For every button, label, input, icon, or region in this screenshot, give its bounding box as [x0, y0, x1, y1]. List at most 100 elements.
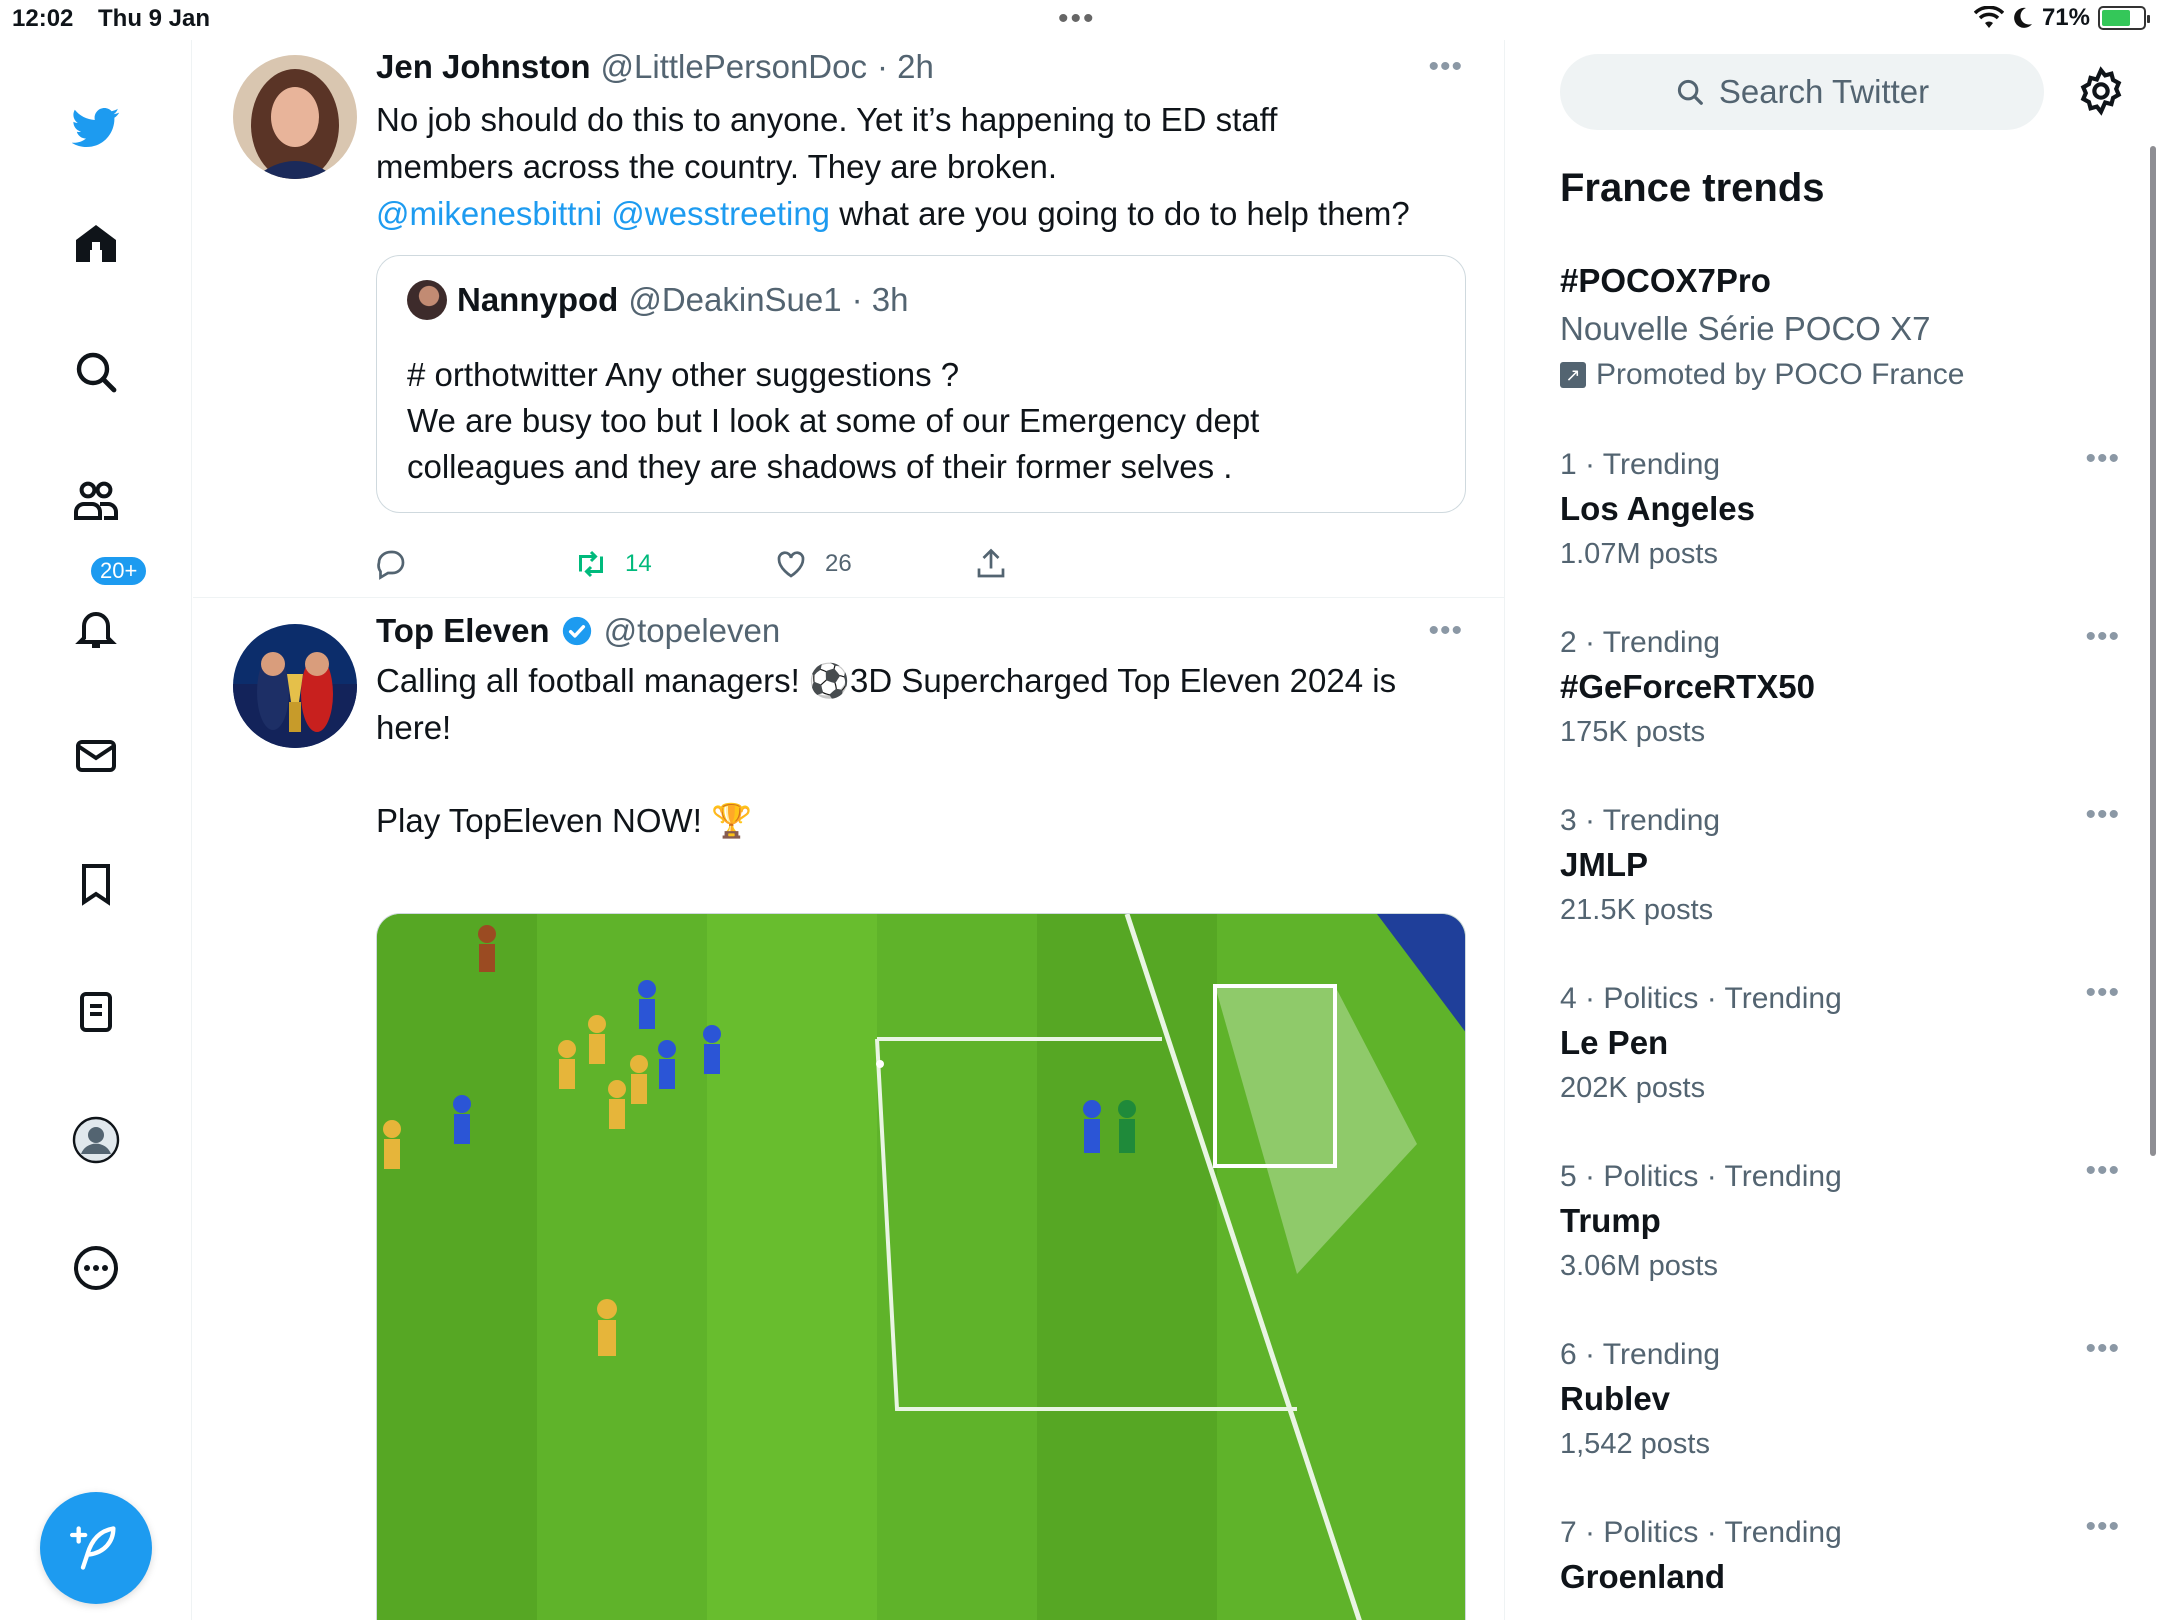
notifications-bell-icon[interactable]: [60, 592, 132, 664]
more-circle-icon[interactable]: [60, 1232, 132, 1304]
trend-count: 1.07M posts: [1560, 538, 1718, 570]
left-navigation: 20+: [0, 40, 192, 1620]
trend-item[interactable]: 4 · Politics · Trending Le Pen 202K post…: [1560, 976, 2120, 1105]
trend-topic: Groenland: [1560, 1558, 1726, 1595]
trend-meta: 5 · Politics · Trending: [1560, 1160, 1842, 1193]
right-sidebar: Search Twitter France trends #POCOX7Pro …: [1506, 40, 2160, 1620]
trend-meta: 3 · Trending: [1560, 804, 1721, 837]
trend-more-icon[interactable]: •••: [2085, 1154, 2120, 1188]
retweet-icon: [579, 550, 603, 578]
reply-button[interactable]: [373, 546, 573, 582]
tweet-author-handle[interactable]: @LittlePersonDoc: [601, 48, 867, 86]
trend-count: 3.06M posts: [1560, 1250, 1718, 1282]
compose-tweet-button[interactable]: [40, 1492, 152, 1604]
multitasking-dots-icon[interactable]: •••: [1058, 2, 1096, 36]
status-right: 71%: [1973, 4, 2150, 32]
bookmark-icon[interactable]: [60, 848, 132, 920]
trend-item[interactable]: 1 · Trending Los Angeles 1.07M posts •••: [1560, 442, 2120, 571]
tweet-author-handle[interactable]: @topeleven: [604, 612, 781, 650]
trend-topic: #GeForceRTX50: [1560, 668, 1815, 705]
profile-avatar-icon[interactable]: [60, 1104, 132, 1176]
tweet-header: Jen Johnston @LittlePersonDoc · 2h: [376, 48, 934, 86]
sidebar-scrollbar[interactable]: [2150, 146, 2156, 1156]
battery-percent: 71%: [2041, 4, 2090, 31]
messages-envelope-icon[interactable]: [60, 720, 132, 792]
trend-item[interactable]: 7 · Politics · Trending Groenland •••: [1560, 1510, 2120, 1596]
quoted-time: · 3h: [851, 281, 909, 318]
trend-more-icon[interactable]: •••: [2085, 1510, 2120, 1544]
avatar[interactable]: [233, 624, 357, 748]
notifications-badge: 20+: [88, 554, 150, 588]
trend-more-icon[interactable]: •••: [2085, 620, 2120, 654]
heart-icon: [777, 551, 805, 578]
promoted-arrow-icon: ↗: [1560, 362, 1586, 388]
lists-icon[interactable]: [60, 976, 132, 1048]
settings-gear-icon[interactable]: [2076, 66, 2126, 116]
trend-meta: 2 · Trending: [1560, 626, 1721, 659]
share-icon: [977, 548, 1005, 578]
tweet-text-line: Calling all football managers! ⚽3D Super…: [376, 662, 1397, 699]
search-placeholder: Search Twitter: [1718, 73, 1930, 110]
trend-topic: #POCOX7Pro: [1560, 262, 1771, 299]
retweet-count: 14: [625, 550, 652, 577]
trend-item[interactable]: 6 · Trending Rublev 1,542 posts •••: [1560, 1332, 2120, 1461]
trend-item[interactable]: 5 · Politics · Trending Trump 3.06M post…: [1560, 1154, 2120, 1283]
home-icon[interactable]: [60, 208, 132, 280]
tweet-text: No job should do this to anyone. Yet it’…: [376, 96, 1466, 237]
trend-more-icon[interactable]: •••: [2085, 442, 2120, 476]
trend-count: 175K posts: [1560, 716, 1706, 748]
trend-topic: Trump: [1560, 1202, 1661, 1239]
search-icon: [1677, 79, 1703, 105]
reply-icon: [377, 550, 405, 580]
trend-topic: JMLP: [1560, 846, 1649, 883]
trend-meta: 4 · Politics · Trending: [1560, 982, 1842, 1015]
tweet-text: Calling all football managers! ⚽3D Super…: [376, 657, 1466, 844]
quoted-text-line: We are busy too but I look at some of ou…: [407, 402, 1260, 439]
tweet-card[interactable]: Jen Johnston @LittlePersonDoc · 2h ••• N…: [193, 40, 1504, 598]
tweet-author-name[interactable]: Top Eleven: [376, 612, 550, 650]
trend-count: 21.5K posts: [1560, 894, 1714, 926]
trend-meta: 6 · Trending: [1560, 1338, 1721, 1371]
tweet-card[interactable]: Top Eleven @topeleven ••• Calling all fo…: [193, 599, 1504, 1620]
trend-more-icon[interactable]: •••: [2085, 798, 2120, 832]
tweet-header: Top Eleven @topeleven: [376, 612, 780, 650]
twitter-logo-icon[interactable]: [60, 90, 132, 162]
quoted-text-line: # orthotwitter Any other suggestions ?: [407, 356, 960, 393]
avatar: [407, 280, 447, 320]
tweet-more-icon[interactable]: •••: [1428, 50, 1463, 84]
tweet-media-video[interactable]: [376, 913, 1466, 1620]
trend-meta: 7 · Politics · Trending: [1560, 1516, 1842, 1549]
tweet-text-line: members across the country. They are bro…: [376, 148, 1058, 185]
search-icon[interactable]: [60, 336, 132, 408]
moon-icon: [2014, 7, 2032, 28]
status-bar: 12:02 Thu 9 Jan ••• 71%: [0, 0, 2160, 40]
share-button[interactable]: [973, 546, 1173, 582]
tweet-text-line: No job should do this to anyone. Yet it’…: [376, 101, 1278, 138]
feather-plus-icon: [70, 1526, 116, 1570]
wifi-icon: [1973, 6, 2004, 28]
quoted-tweet[interactable]: Nannypod @DeakinSue1 · 3h # orthotwitter…: [376, 255, 1466, 513]
tweet-actions: 14 26: [373, 546, 1173, 582]
verified-badge-icon: [562, 616, 591, 646]
tweet-author-name[interactable]: Jen Johnston: [376, 48, 591, 86]
communities-icon[interactable]: [60, 464, 132, 536]
tweet-time[interactable]: · 2h: [877, 48, 934, 86]
trend-more-icon[interactable]: •••: [2085, 1332, 2120, 1366]
trend-item[interactable]: 3 · Trending JMLP 21.5K posts •••: [1560, 798, 2120, 927]
tweet-text-line: Play TopEleven NOW! 🏆: [376, 802, 753, 839]
promoted-trend[interactable]: #POCOX7Pro Nouvelle Série POCO X7 ↗ Prom…: [1560, 262, 2120, 392]
battery-charging-icon: [2098, 6, 2150, 30]
quoted-tweet-header: Nannypod @DeakinSue1 · 3h: [407, 280, 909, 320]
mention-link[interactable]: @wesstreeting: [611, 195, 830, 232]
trend-item[interactable]: 2 · Trending #GeForceRTX50 175K posts ••…: [1560, 620, 2120, 749]
like-button[interactable]: 26: [773, 546, 973, 582]
trend-more-icon[interactable]: •••: [2085, 976, 2120, 1010]
avatar[interactable]: [233, 55, 357, 179]
retweet-button[interactable]: 14: [573, 546, 773, 582]
tweet-more-icon[interactable]: •••: [1428, 614, 1463, 648]
trend-topic: Rublev: [1560, 1380, 1671, 1417]
search-input[interactable]: Search Twitter: [1560, 54, 2044, 130]
quoted-text: # orthotwitter Any other suggestions ? W…: [407, 352, 1437, 490]
quoted-author-name: Nannypod: [457, 281, 619, 318]
mention-link[interactable]: @mikenesbittni: [376, 195, 602, 232]
